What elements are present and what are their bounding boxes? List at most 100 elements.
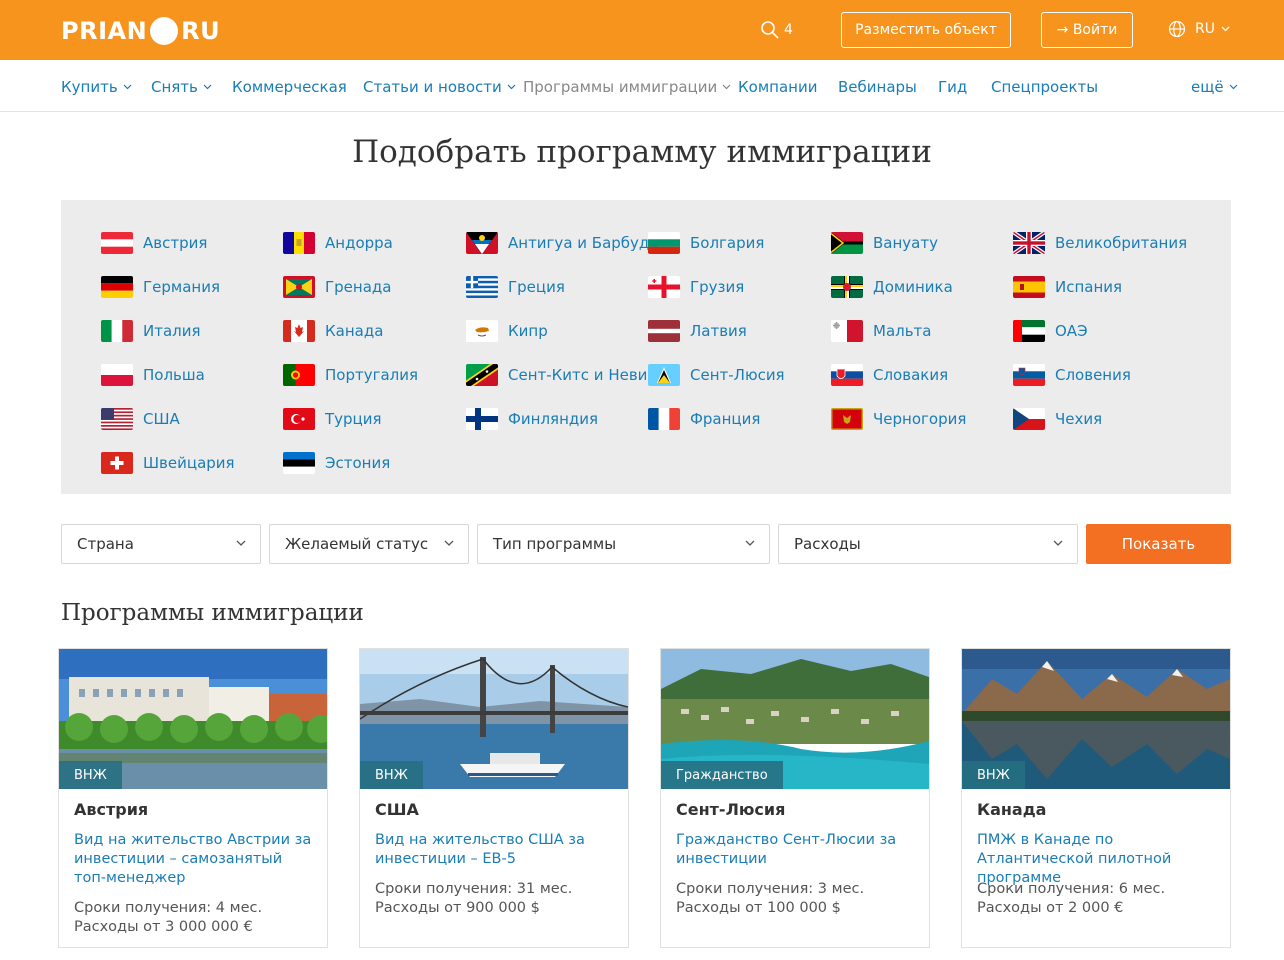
- andorra-flag-icon: [283, 232, 315, 254]
- country-france[interactable]: Франция: [648, 407, 760, 431]
- country-label: Доминика: [873, 278, 953, 296]
- country-switzerland[interactable]: Швейцария: [101, 451, 235, 475]
- nav-immigration[interactable]: Программы иммиграции: [523, 78, 731, 96]
- nav-special-projects[interactable]: Спецпроекты: [991, 78, 1098, 96]
- country-cyprus[interactable]: Кипр: [466, 319, 548, 343]
- country-bulgaria[interactable]: Болгария: [648, 231, 764, 255]
- top-header: PRIAN RU 4 Разместить объект → Войти RU: [0, 0, 1284, 60]
- country-antigua[interactable]: Антигуа и Барбуда: [466, 231, 658, 255]
- country-germany[interactable]: Германия: [101, 275, 220, 299]
- place-object-button[interactable]: Разместить объект: [841, 12, 1011, 48]
- chevron-down-icon: [123, 84, 132, 90]
- poland-flag-icon: [101, 364, 133, 386]
- language-selector[interactable]: RU: [1168, 20, 1239, 38]
- country-label: Испания: [1055, 278, 1123, 296]
- nav-label: Гид: [938, 78, 968, 96]
- nav-rent[interactable]: Снять: [151, 78, 212, 96]
- program-card-canada[interactable]: ВНЖ Канада ПМЖ в Канаде по Атлантической…: [961, 648, 1231, 948]
- chevron-down-icon: [507, 84, 516, 90]
- country-label: Австрия: [143, 234, 208, 252]
- country-turkey[interactable]: Турция: [283, 407, 382, 431]
- nav-more[interactable]: ещё: [1191, 78, 1238, 96]
- show-button[interactable]: Показать: [1086, 524, 1231, 564]
- country-vanuatu[interactable]: Вануату: [831, 231, 938, 255]
- chevron-down-icon: [1053, 540, 1063, 546]
- country-label: Словакия: [873, 366, 949, 384]
- select-label: Расходы: [794, 535, 861, 553]
- expenses-select[interactable]: Расходы: [778, 524, 1078, 564]
- nav-webinars[interactable]: Вебинары: [838, 78, 917, 96]
- country-uk[interactable]: Великобритания: [1013, 231, 1187, 255]
- portugal-flag-icon: [283, 364, 315, 386]
- section-title: Программы иммиграции: [61, 600, 364, 626]
- login-button[interactable]: → Войти: [1041, 12, 1133, 48]
- st-kitts-flag-icon: [466, 364, 498, 386]
- country-canada[interactable]: Канада: [283, 319, 383, 343]
- program-card-austria[interactable]: ВНЖ Австрия Вид на жительство Австрии за…: [58, 648, 328, 948]
- grenada-flag-icon: [283, 276, 315, 298]
- country-dominica[interactable]: Доминика: [831, 275, 953, 299]
- program-badge: ВНЖ: [962, 761, 1025, 789]
- logo[interactable]: PRIAN RU: [61, 16, 220, 46]
- country-label: Чехия: [1055, 410, 1103, 428]
- country-georgia[interactable]: Грузия: [648, 275, 744, 299]
- country-spain[interactable]: Испания: [1013, 275, 1122, 299]
- country-malta[interactable]: Мальта: [831, 319, 932, 343]
- search-button[interactable]: 4: [760, 20, 793, 40]
- status-select[interactable]: Желаемый статус: [269, 524, 469, 564]
- country-slovenia[interactable]: Словения: [1013, 363, 1131, 387]
- program-card-st-lucia[interactable]: Гражданство Сент-Люсия Гражданство Сент-…: [660, 648, 930, 948]
- montenegro-flag-icon: [831, 408, 863, 430]
- country-montenegro[interactable]: Черногория: [831, 407, 966, 431]
- nav-articles[interactable]: Статьи и новости: [363, 78, 516, 96]
- nav-commercial[interactable]: Коммерческая: [232, 78, 347, 96]
- country-uae[interactable]: ОАЭ: [1013, 319, 1088, 343]
- chevron-down-icon: [1229, 84, 1238, 90]
- country-st-lucia[interactable]: Сент-Люсия: [648, 363, 785, 387]
- slovakia-flag-icon: [831, 364, 863, 386]
- nav-guide[interactable]: Гид: [938, 78, 967, 96]
- uk-flag-icon: [1013, 232, 1045, 254]
- country-label: ОАЭ: [1055, 322, 1088, 340]
- nav-label: Купить: [61, 78, 118, 96]
- program-type-select[interactable]: Тип программы: [477, 524, 770, 564]
- country-slovakia[interactable]: Словакия: [831, 363, 948, 387]
- country-andorra[interactable]: Андорра: [283, 231, 393, 255]
- country-latvia[interactable]: Латвия: [648, 319, 747, 343]
- country-greece[interactable]: Греция: [466, 275, 565, 299]
- nav-label: Программы иммиграции: [523, 78, 718, 96]
- globe-icon: [1168, 20, 1186, 38]
- country-estonia[interactable]: Эстония: [283, 451, 390, 475]
- search-count: 4: [784, 22, 793, 38]
- country-label: Кипр: [508, 322, 548, 340]
- country-grenada[interactable]: Гренада: [283, 275, 391, 299]
- nav-label: Компании: [738, 78, 818, 96]
- country-finland[interactable]: Финляндия: [466, 407, 598, 431]
- country-poland[interactable]: Польша: [101, 363, 205, 387]
- nav-buy[interactable]: Купить: [61, 78, 132, 96]
- program-card-usa[interactable]: ВНЖ США Вид на жительство США за инвести…: [359, 648, 629, 948]
- country-label: Вануату: [873, 234, 938, 252]
- country-label: США: [143, 410, 180, 428]
- card-country: Канада: [977, 800, 1047, 819]
- country-czech[interactable]: Чехия: [1013, 407, 1102, 431]
- card-cost: Расходы от 3 000 000 €: [74, 919, 253, 935]
- chevron-down-icon: [236, 540, 246, 546]
- country-austria[interactable]: Австрия: [101, 231, 207, 255]
- country-portugal[interactable]: Португалия: [283, 363, 418, 387]
- country-st-kitts[interactable]: Сент-Китс и Невис: [466, 363, 656, 387]
- nav-label: Статьи и новости: [363, 78, 502, 96]
- country-label: Латвия: [690, 322, 747, 340]
- country-italy[interactable]: Италия: [101, 319, 201, 343]
- language-label: RU: [1195, 21, 1215, 37]
- card-title-link[interactable]: Вид на жительство Австрии за инвестиции …: [74, 831, 314, 888]
- nav-companies[interactable]: Компании: [738, 78, 817, 96]
- country-select[interactable]: Страна: [61, 524, 261, 564]
- card-title-link[interactable]: Вид на жительство США за инвестиции – EB…: [375, 831, 615, 869]
- card-title-link[interactable]: Гражданство Сент-Люсии за инвестиции: [676, 831, 916, 869]
- country-usa[interactable]: США: [101, 407, 180, 431]
- card-term: Сроки получения: 3 мес.: [676, 881, 865, 897]
- nav-label: Снять: [151, 78, 198, 96]
- country-label: Франция: [690, 410, 761, 428]
- dominica-flag-icon: [831, 276, 863, 298]
